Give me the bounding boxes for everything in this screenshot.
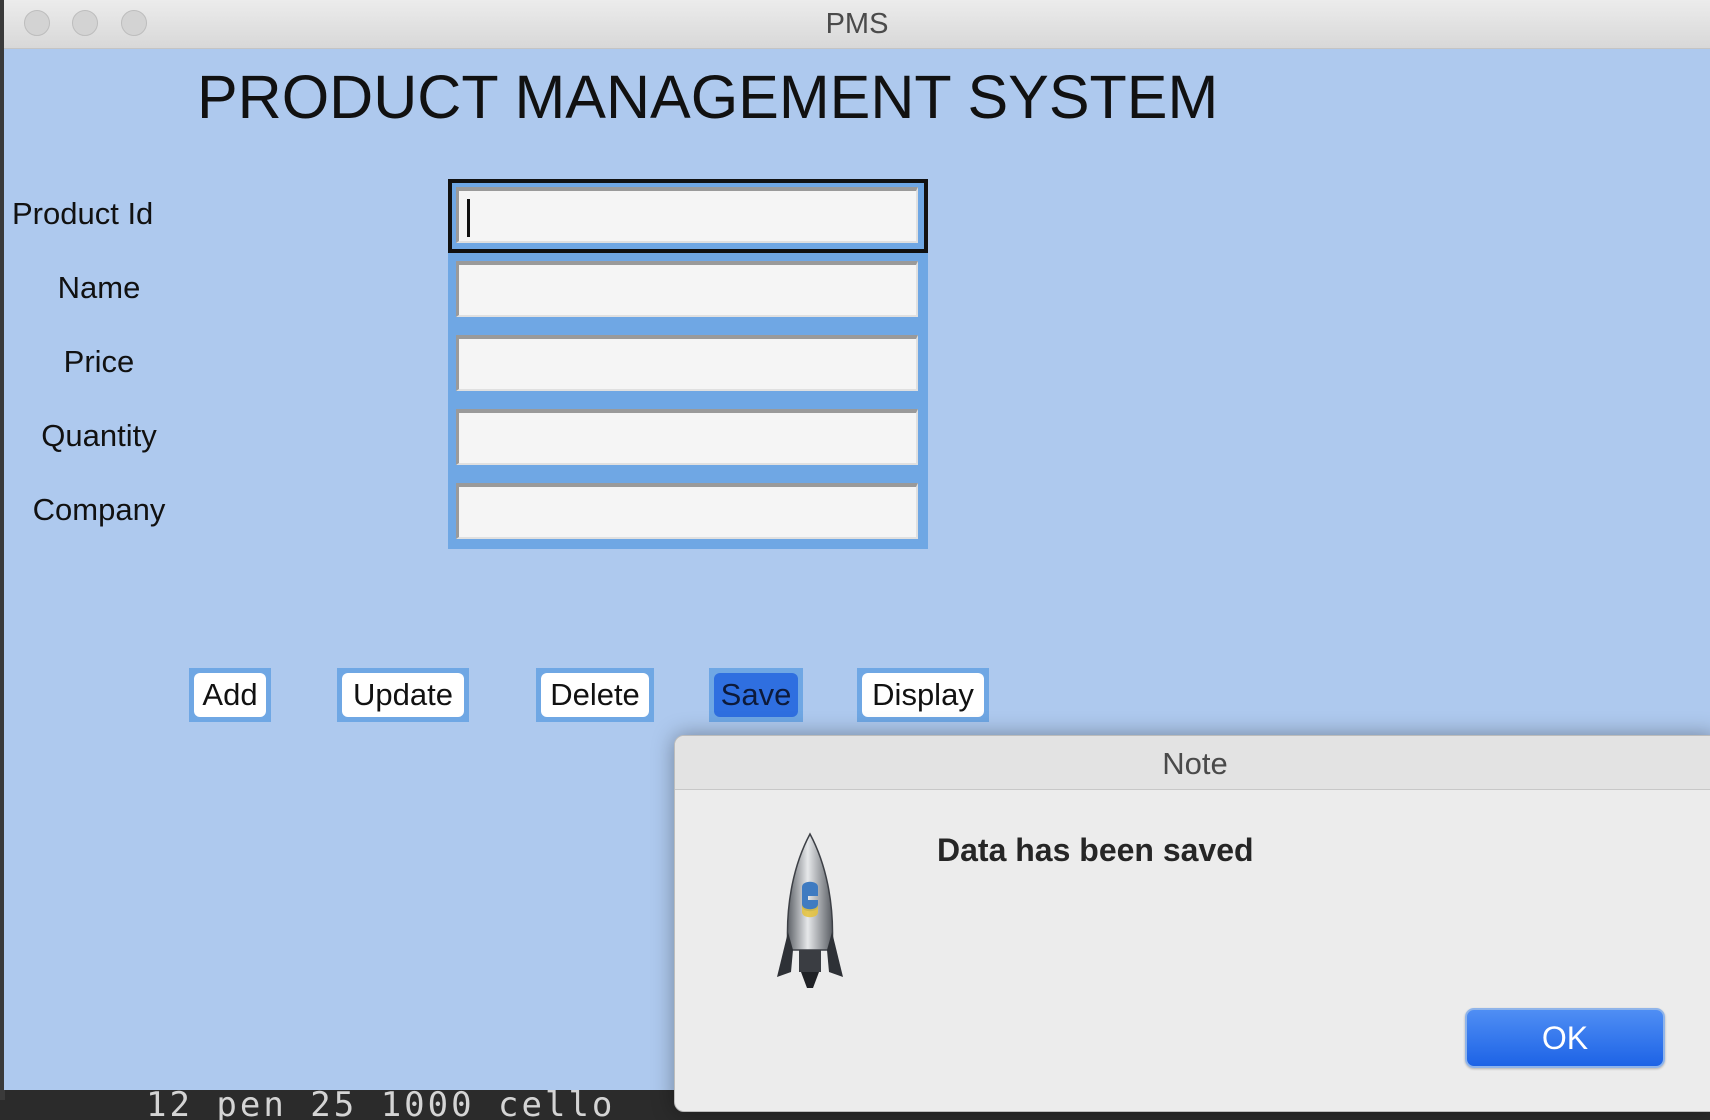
company-label: Company bbox=[32, 492, 166, 527]
app-heading: PRODUCT MANAGEMENT SYSTEM bbox=[197, 63, 1219, 131]
delete-button[interactable]: Delete bbox=[541, 673, 649, 717]
dialog-message: Data has been saved bbox=[937, 832, 1254, 868]
product-id-input[interactable] bbox=[456, 187, 918, 243]
save-button-frame: Save bbox=[709, 668, 803, 722]
name-field-frame bbox=[448, 253, 928, 327]
company-input[interactable] bbox=[456, 483, 918, 539]
window-titlebar[interactable]: PMS bbox=[4, 0, 1710, 49]
name-label: Name bbox=[57, 270, 141, 305]
window-title: PMS bbox=[825, 8, 889, 40]
save-button[interactable]: Save bbox=[714, 673, 798, 717]
add-button-frame: Add bbox=[189, 668, 271, 722]
product-id-field-frame bbox=[448, 179, 928, 253]
dialog-title: Note bbox=[1162, 746, 1228, 781]
python-launcher-rocket-icon bbox=[777, 832, 843, 988]
company-field-frame bbox=[448, 475, 928, 549]
note-dialog: Note Data has been saved OK bbox=[674, 735, 1710, 1112]
quantity-field-frame bbox=[448, 401, 928, 475]
update-button[interactable]: Update bbox=[342, 673, 464, 717]
dialog-titlebar[interactable]: Note bbox=[675, 736, 1710, 790]
display-button-frame: Display bbox=[857, 668, 989, 722]
price-label: Price bbox=[63, 344, 135, 379]
delete-button-frame: Delete bbox=[536, 668, 654, 722]
price-field-frame bbox=[448, 327, 928, 401]
text-caret bbox=[467, 199, 470, 237]
quantity-label: Quantity bbox=[41, 418, 157, 453]
product-id-label: Product Id bbox=[12, 196, 154, 231]
ok-button[interactable]: OK bbox=[1465, 1008, 1665, 1068]
add-button[interactable]: Add bbox=[194, 673, 266, 717]
display-button[interactable]: Display bbox=[862, 673, 984, 717]
update-button-frame: Update bbox=[337, 668, 469, 722]
quantity-input[interactable] bbox=[456, 409, 918, 465]
name-input[interactable] bbox=[456, 261, 918, 317]
price-input[interactable] bbox=[456, 335, 918, 391]
terminal-output: 12 pen 25 1000 cello bbox=[146, 1085, 616, 1120]
